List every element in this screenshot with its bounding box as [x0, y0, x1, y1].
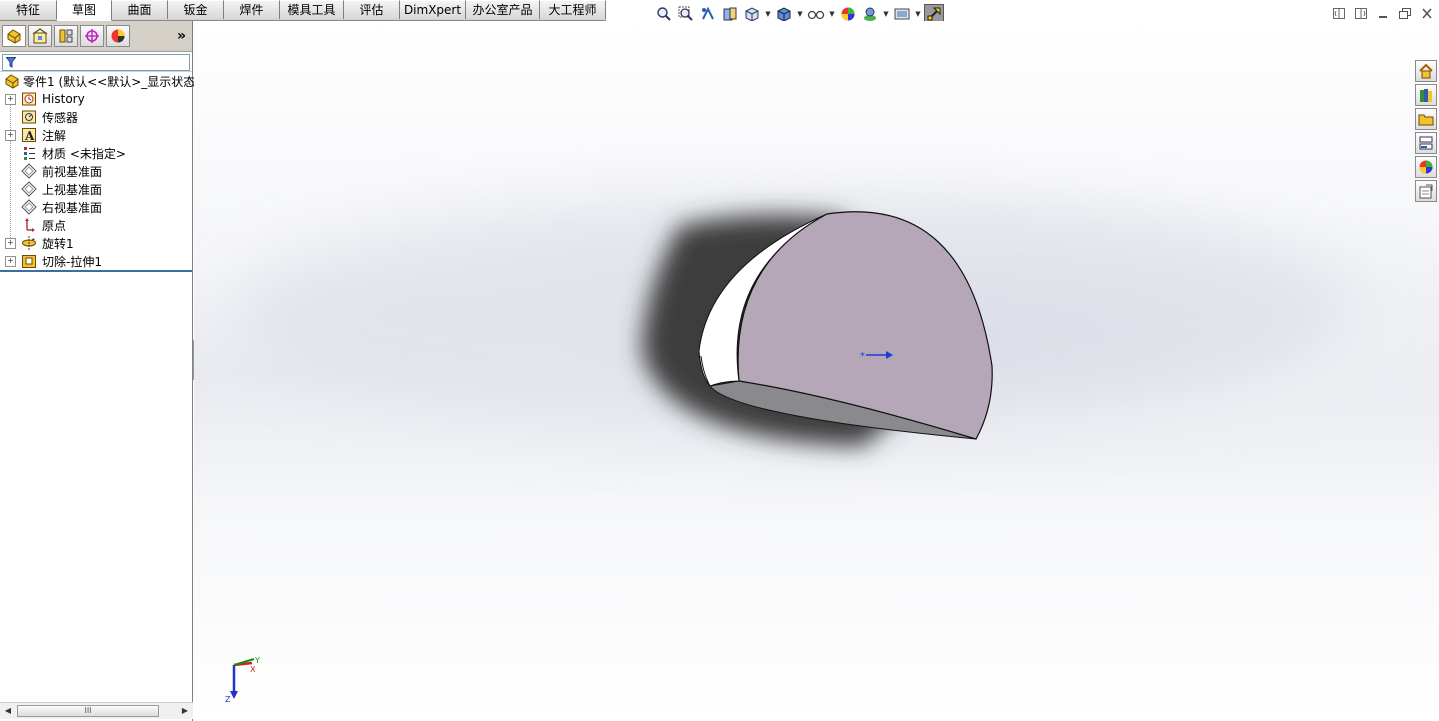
- origin-icon: [20, 217, 37, 233]
- tab-surfaces[interactable]: 曲面: [112, 0, 168, 19]
- dimxpert-manager-tab-icon[interactable]: [80, 25, 104, 47]
- rollback-bar[interactable]: [0, 270, 192, 272]
- expand-toggle[interactable]: +: [5, 93, 16, 105]
- restore-icon[interactable]: [1397, 6, 1413, 20]
- tab-office-products[interactable]: 办公室产品: [466, 0, 540, 19]
- custom-properties-icon[interactable]: [1415, 180, 1437, 202]
- tree-item-label: 上视基准面: [42, 182, 103, 197]
- panel-horizontal-scrollbar[interactable]: ◀ III ▶: [0, 702, 193, 719]
- svg-text:A: A: [24, 129, 35, 143]
- tree-item-label: History: [42, 92, 85, 106]
- view-palette-icon[interactable]: [1415, 132, 1437, 154]
- feature-manager-tab-icon[interactable]: [2, 25, 26, 47]
- tab-evaluate[interactable]: 评估: [344, 0, 400, 19]
- tab-sheet-metal[interactable]: 钣金: [168, 0, 224, 19]
- revolve-icon: [20, 235, 37, 251]
- filter-input[interactable]: [2, 54, 190, 71]
- axis-triad: Y X Z: [225, 656, 260, 703]
- tree-item-label: 切除-拉伸1: [42, 254, 102, 269]
- tab-sketch[interactable]: 草图: [57, 0, 112, 21]
- command-manager-tabs: 特征 草图 曲面 钣金 焊件 模具工具 评估 DimXpert 办公室产品 大工…: [0, 0, 606, 21]
- scroll-right-arrow-icon[interactable]: ▶: [179, 706, 191, 715]
- svg-text:*: *: [860, 351, 865, 362]
- part-name-label: 零件1 (默认<<默认>_显示状态: [23, 74, 196, 89]
- property-manager-tab-icon[interactable]: [28, 25, 52, 47]
- window-controls: [1331, 6, 1435, 20]
- plane-icon: [20, 199, 37, 215]
- tree-item-label: 原点: [42, 218, 67, 233]
- tab-mold-tools[interactable]: 模具工具: [280, 0, 344, 19]
- material-icon: [20, 145, 37, 161]
- filter-icon: [6, 57, 16, 68]
- expand-toggle[interactable]: +: [5, 255, 16, 267]
- minimize-icon[interactable]: [1375, 6, 1391, 20]
- sensor-icon: [20, 109, 37, 125]
- tab-big-engineer[interactable]: 大工程师: [540, 0, 606, 19]
- expand-toggle[interactable]: +: [5, 237, 16, 249]
- part-icon: [3, 73, 20, 89]
- tile-left-icon[interactable]: [1331, 6, 1347, 20]
- tree-item-label: 右视基准面: [42, 200, 103, 215]
- tree-item-label: 前视基准面: [42, 164, 103, 179]
- close-icon[interactable]: [1419, 6, 1435, 20]
- scroll-thumb[interactable]: III: [17, 705, 159, 717]
- display-manager-tab-icon[interactable]: [106, 25, 130, 47]
- feature-manager-panel: » 零件1 (默认<<默认>_显示状态 + History 传感器 + A 注解…: [0, 21, 196, 721]
- graphics-area[interactable]: * Y X Z: [194, 21, 1439, 721]
- axis-x-label: X: [250, 665, 256, 674]
- history-icon: [20, 91, 37, 107]
- tree-item-material[interactable]: 材质 <未指定>: [0, 144, 192, 162]
- tree-item-label: 材质 <未指定>: [42, 146, 126, 161]
- model-view[interactable]: *: [194, 21, 1439, 721]
- tree-item-history[interactable]: + History: [0, 90, 192, 108]
- task-pane-tabs: [1415, 60, 1439, 202]
- plane-icon: [20, 181, 37, 197]
- annotation-icon: A: [20, 127, 37, 143]
- tree-item-label: 传感器: [42, 110, 79, 125]
- design-library-icon[interactable]: [1415, 84, 1437, 106]
- tree-root-part[interactable]: 零件1 (默认<<默认>_显示状态: [0, 72, 196, 90]
- tab-dimxpert[interactable]: DimXpert: [400, 0, 466, 19]
- tab-features[interactable]: 特征: [0, 0, 57, 19]
- tree-item-revolve1[interactable]: + 旋转1: [0, 234, 192, 252]
- scroll-left-arrow-icon[interactable]: ◀: [2, 706, 14, 715]
- tree-filter: [0, 52, 192, 72]
- more-tabs-button[interactable]: »: [177, 28, 186, 44]
- file-explorer-icon[interactable]: [1415, 108, 1437, 130]
- appearances-scenes-icon[interactable]: [1415, 156, 1437, 178]
- plane-icon: [20, 163, 37, 179]
- solidworks-resources-icon[interactable]: [1415, 60, 1437, 82]
- tree-item-top-plane[interactable]: 上视基准面: [0, 180, 192, 198]
- tree-item-label: 注解: [42, 128, 67, 143]
- cut-extrude-icon: [20, 253, 37, 269]
- tab-weldments[interactable]: 焊件: [224, 0, 280, 19]
- manager-tabs: »: [0, 21, 192, 52]
- tree-item-annotations[interactable]: + A 注解: [0, 126, 192, 144]
- axis-z-label: Z: [225, 695, 231, 703]
- tree-item-front-plane[interactable]: 前视基准面: [0, 162, 192, 180]
- expand-toggle[interactable]: +: [5, 129, 16, 141]
- axis-y-label: Y: [254, 656, 260, 665]
- tree-item-label: 旋转1: [42, 236, 74, 251]
- tree-item-cut-extrude1[interactable]: + 切除-拉伸1: [0, 252, 192, 270]
- configuration-manager-tab-icon[interactable]: [54, 25, 78, 47]
- tree-item-origin[interactable]: 原点: [0, 216, 192, 234]
- tree-item-sensors[interactable]: 传感器: [0, 108, 192, 126]
- feature-tree: 零件1 (默认<<默认>_显示状态 + History 传感器 + A 注解 材…: [0, 72, 196, 272]
- tile-right-icon[interactable]: [1353, 6, 1369, 20]
- tree-item-right-plane[interactable]: 右视基准面: [0, 198, 192, 216]
